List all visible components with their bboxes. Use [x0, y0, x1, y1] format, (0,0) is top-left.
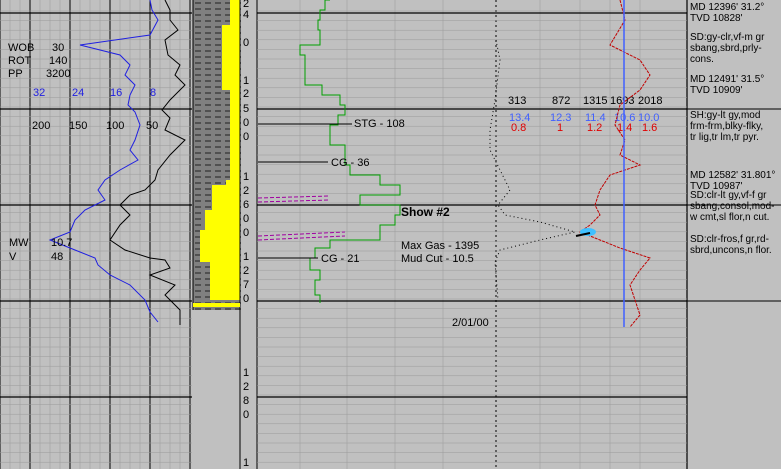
lithology-descriptions: MD 12396' 31.2°TVD 10828' SD:gy-clr,vf-m …	[689, 2, 775, 256]
max-gas: Max Gas - 1395	[401, 240, 479, 252]
chromatograph-headers: 313 872 1315 1693 2018 13.4 12.3 11.4 10…	[508, 95, 662, 134]
depth-digit: 0	[243, 227, 249, 239]
rop-curve	[48, 0, 159, 323]
blue-scale-3: 16	[110, 87, 122, 99]
stg-annotation: STG - 108	[354, 118, 405, 130]
chrom-red-1: 0.8	[511, 122, 526, 134]
black-scale-1: 200	[32, 120, 50, 132]
lithology-column	[192, 0, 241, 469]
description-line: TVD 10909'	[690, 85, 743, 96]
c1-dotted-curve	[489, 39, 576, 301]
gas-annotations: STG - 108 CG - 36 CG - 21 Show #2 Max Ga…	[257, 118, 489, 329]
description-line: MD 12582' 31.801°	[690, 170, 775, 181]
mw-label: MW	[9, 237, 29, 249]
mw-value: 10.7	[51, 237, 72, 249]
pp-label: PP	[8, 68, 23, 80]
chrom-red-5: 1.6	[642, 122, 657, 134]
depth-digit: 8	[243, 395, 249, 407]
description-line: cons.	[690, 54, 714, 65]
chrom-header-5: 2018	[638, 95, 662, 107]
depth-digit: 0	[243, 117, 249, 129]
rot-value: 140	[49, 55, 67, 67]
depth-digit: 1	[243, 75, 249, 87]
depth-digit: 6	[243, 199, 249, 211]
description-line: SD:clr-lt gy,vf-f gr	[690, 190, 767, 201]
description-line: MD 12396' 31.2°	[690, 2, 764, 13]
chrom-header-2: 872	[552, 95, 570, 107]
black-scale-4: 50	[146, 120, 158, 132]
depth-digit: 2	[243, 381, 249, 393]
depth-digit: 0	[243, 409, 249, 421]
depth-digit: 0	[243, 131, 249, 143]
chrom-header-3: 1315	[583, 95, 607, 107]
depth-digit: 1	[243, 367, 249, 379]
description-line: TVD 10828'	[690, 13, 743, 24]
mud-log-chart: WOB 30 ROT 140 PP 3200 32 24 16 8 200 15…	[0, 0, 781, 469]
cg-annotation-2: CG - 21	[321, 253, 360, 265]
depth-digit: 1	[243, 251, 249, 263]
blue-scale-4: 8	[150, 87, 156, 99]
description-line: sbang,sbrd,prly-	[690, 43, 762, 54]
depth-digit: 7	[243, 279, 249, 291]
wob-value: 30	[52, 42, 64, 54]
blue-scale-1: 32	[33, 87, 45, 99]
cg-annotation-1: CG - 36	[331, 157, 370, 169]
depth-digit: 2	[243, 185, 249, 197]
description-line: SH:gy-lt gy,mod	[690, 110, 760, 121]
chrom-red-3: 1.2	[587, 122, 602, 134]
depth-digit: 5	[243, 103, 249, 115]
pp-value: 3200	[46, 68, 70, 80]
v-label: V	[9, 251, 17, 263]
depth-digit: 1	[243, 457, 249, 469]
rot-label: ROT	[8, 55, 32, 67]
red-gas-curve	[578, 0, 651, 328]
v-value: 48	[51, 251, 63, 263]
description-line: tr lig,tr lm,tr pyr.	[690, 132, 759, 143]
depth-track: 2401250012600127012801	[243, 0, 249, 469]
depth-digit: 1	[243, 171, 249, 183]
depth-digit: 0	[243, 37, 249, 49]
mud-cut: Mud Cut - 10.5	[401, 253, 474, 265]
black-scale-2: 150	[69, 120, 87, 132]
gamma-curve	[109, 0, 186, 325]
log-date: 2/01/00	[452, 317, 489, 329]
depth-digit: 2	[243, 88, 249, 100]
wob-label: WOB	[8, 42, 34, 54]
description-line: sbrd,uncons,n flor.	[690, 245, 772, 256]
depth-digit: 0	[243, 293, 249, 305]
description-line: SD:clr-fros,f gr,rd-	[690, 234, 769, 245]
mud-params: MW 10.7 V 48	[9, 237, 72, 263]
description-line: MD 12491' 31.5°	[690, 74, 764, 85]
blue-scale-2: 24	[72, 87, 84, 99]
show-label: Show #2	[401, 205, 450, 219]
chrom-red-2: 1	[557, 122, 563, 134]
depth-digit: 4	[243, 9, 249, 21]
description-line: SD:gy-clr,vf-m gr	[690, 32, 765, 43]
description-line: w cmt,sl flor,n cut.	[689, 212, 769, 223]
depth-digit: 2	[243, 265, 249, 277]
chrom-header-1: 313	[508, 95, 526, 107]
drilling-params: WOB 30 ROT 140 PP 3200	[8, 42, 70, 80]
description-line: frm-frm,blky-flky,	[690, 121, 763, 132]
depth-digit: 0	[243, 213, 249, 225]
black-scale-3: 100	[106, 120, 124, 132]
grid-lines	[0, 0, 781, 469]
description-line: sbang,consol,mod-	[690, 201, 775, 212]
